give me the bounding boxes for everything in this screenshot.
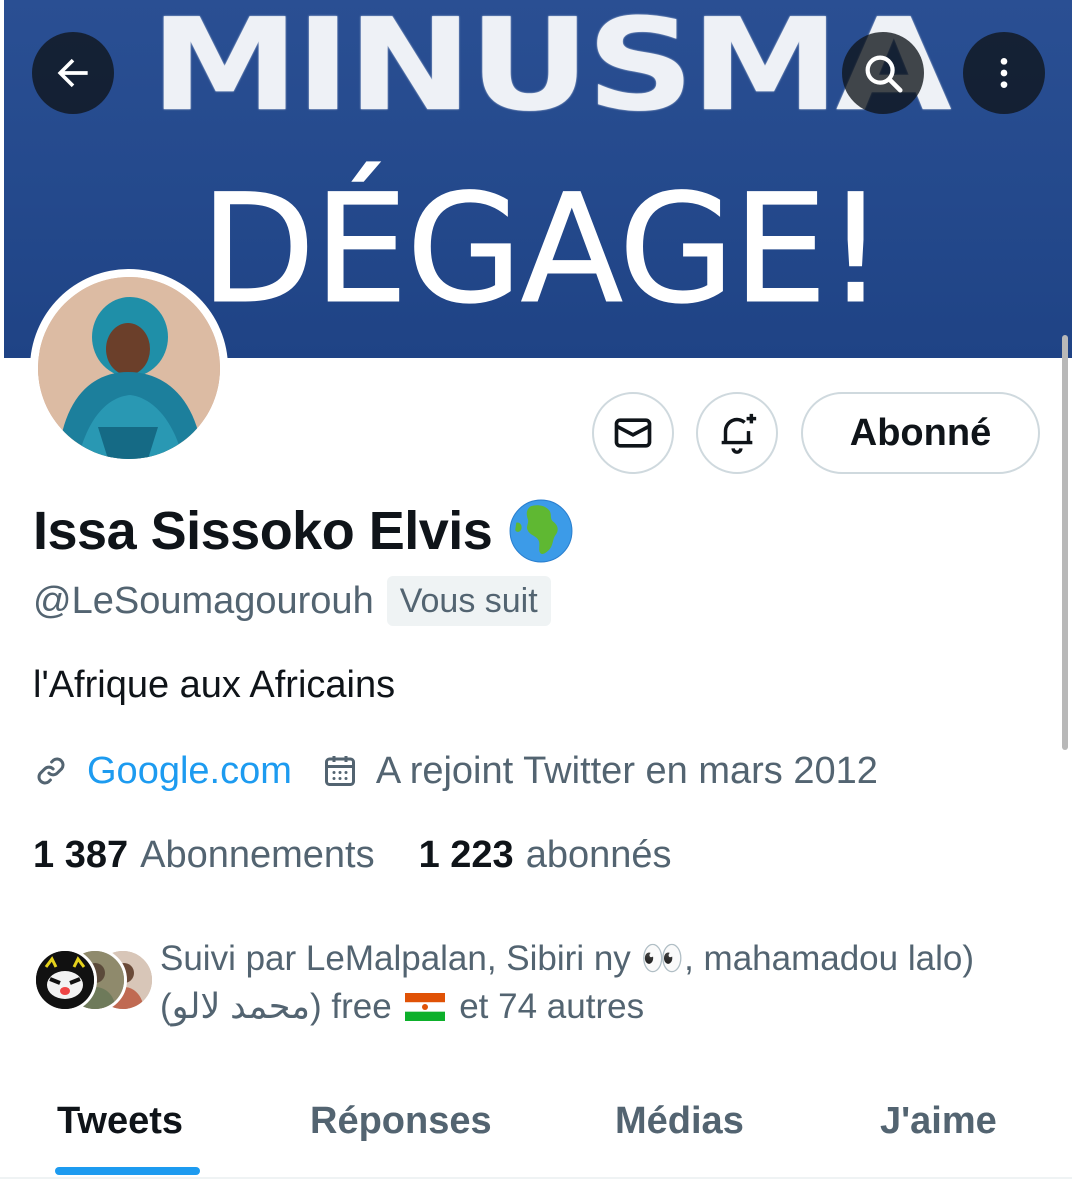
notifications-button[interactable] [696, 392, 778, 474]
niger-flag-icon [405, 993, 446, 1021]
search-icon [865, 55, 903, 93]
banner-edge [0, 0, 4, 358]
envelope-icon [614, 418, 652, 448]
follow-stats: 1 387 Abonnements 1 223 abonnés [33, 828, 672, 882]
avatar [33, 948, 97, 1012]
follows-you-badge: Vous suit [386, 576, 551, 626]
profile-tabs: Tweets Réponses Médias J'aime [0, 1080, 1072, 1180]
followed-by-part2: et 74 autres [459, 987, 645, 1026]
tab-likes[interactable]: J'aime [880, 1096, 997, 1146]
arrow-left-icon [57, 58, 88, 88]
followers-count[interactable]: 1 223 [419, 828, 514, 882]
bell-plus-icon [721, 413, 757, 454]
tab-media[interactable]: Médias [615, 1096, 744, 1146]
display-name: Issa Sissoko Elvis [33, 501, 493, 561]
profile-bio: l'Afrique aux Africains [33, 664, 396, 706]
avatar-image [38, 277, 220, 459]
name-row: Issa Sissoko Elvis [33, 496, 574, 566]
following-label[interactable]: Abonnements [140, 828, 375, 882]
followed-by-avatars[interactable] [33, 948, 155, 1016]
banner-text-line2: DÉGAGE! [200, 163, 887, 337]
globe-africa-icon [509, 499, 573, 563]
following-button[interactable]: Abonné [801, 392, 1040, 474]
active-tab-indicator [55, 1167, 200, 1175]
search-button[interactable] [842, 32, 924, 114]
more-options-button[interactable] [963, 32, 1045, 114]
username-handle: @LeSoumagourouh [33, 580, 374, 622]
calendar-icon [324, 756, 355, 786]
message-button[interactable] [592, 392, 674, 474]
avatar-photo [38, 277, 220, 459]
following-count[interactable]: 1 387 [33, 828, 128, 882]
tab-tweets[interactable]: Tweets [57, 1096, 183, 1146]
scrollbar[interactable] [1062, 335, 1068, 750]
profile-avatar[interactable] [30, 269, 228, 467]
tabs-divider [0, 1177, 1072, 1179]
tab-replies[interactable]: Réponses [310, 1096, 492, 1146]
link-icon [37, 757, 65, 785]
more-vertical-icon [1000, 58, 1008, 88]
joined-date: A rejoint Twitter en mars 2012 [375, 750, 878, 792]
handle-row: @LeSoumagourouh Vous suit [33, 574, 551, 628]
profile-meta: Google.com A rejoint Twitter en mars 201… [33, 744, 878, 798]
back-button[interactable] [32, 32, 114, 114]
followers-label[interactable]: abonnés [526, 828, 672, 882]
followed-by-text[interactable]: Suivi par LeMalpalan, Sibiri ny 👀, maham… [160, 935, 1040, 1031]
website-link[interactable]: Google.com [87, 744, 292, 798]
